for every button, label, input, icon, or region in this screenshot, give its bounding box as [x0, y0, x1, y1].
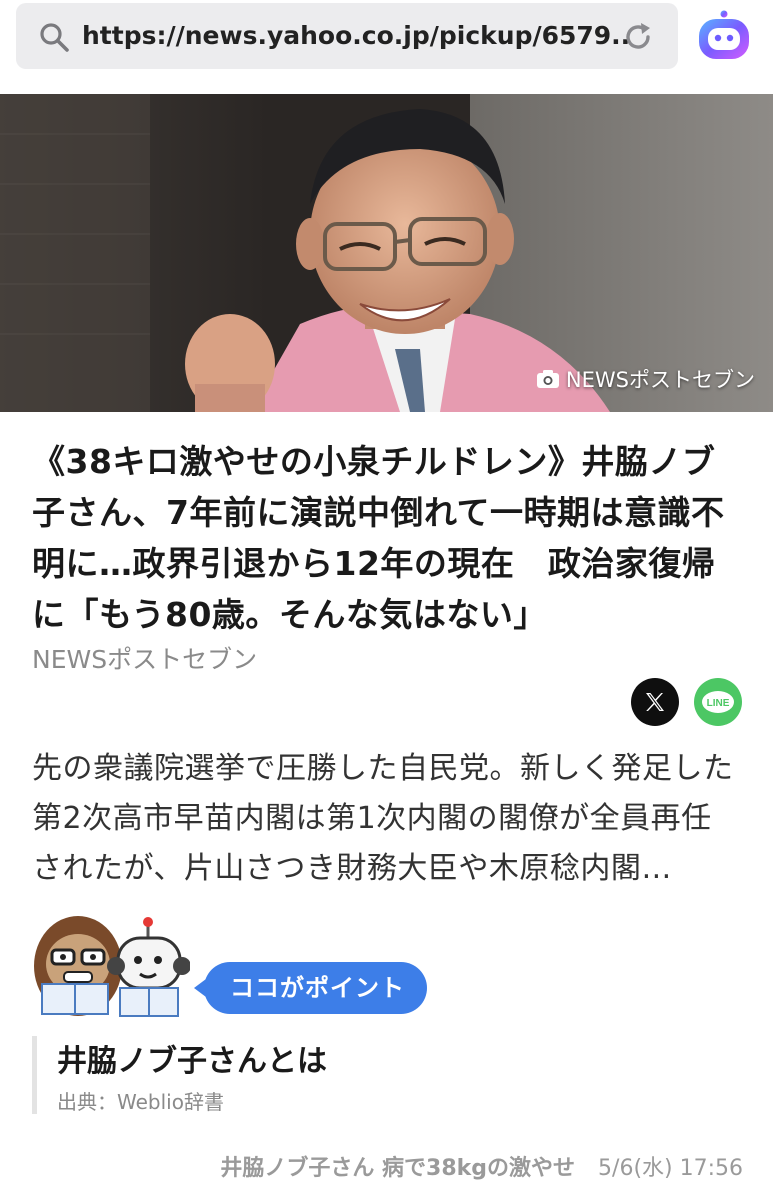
address-bar[interactable]: https://news.yahoo.co.jp/pickup/6579...: [16, 3, 678, 69]
article-source[interactable]: NEWSポストセブン: [32, 640, 257, 676]
mascot-illustration: [34, 916, 190, 1017]
url-text[interactable]: https://news.yahoo.co.jp/pickup/6579...: [82, 20, 630, 52]
article-summary[interactable]: 先の衆議院選挙で圧勝した自民党。新しく発足した第2次高市早苗内閣は第1次内閣の閣…: [32, 744, 742, 894]
point-card[interactable]: 井脇ノブ子さんとは 出典：Weblio辞書: [32, 1036, 732, 1114]
share-x-button[interactable]: [631, 678, 679, 726]
share-line-button[interactable]: LINE: [694, 678, 742, 726]
related-article-date: 5/6(水) 17:56: [598, 1156, 743, 1181]
x-icon: [646, 693, 664, 711]
point-citation: 出典：Weblio辞書: [57, 1090, 224, 1114]
article-headline[interactable]: 《38キロ激やせの小泉チルドレン》井脇ノブ子さん、7年前に演説中倒れて一時期は意…: [32, 436, 747, 640]
camera-icon: [536, 370, 559, 388]
assistant-icon[interactable]: [696, 8, 752, 64]
point-title[interactable]: 井脇ノブ子さんとは: [57, 1036, 327, 1080]
reload-icon[interactable]: [620, 19, 656, 55]
photo-credit-text: NEWSポストセブン: [565, 368, 755, 392]
line-label: LINE: [707, 698, 730, 709]
point-badge: ココがポイント: [194, 962, 427, 1014]
search-icon: [40, 23, 69, 52]
related-article-title[interactable]: 井脇ノブ子さん 病で38kgの激やせ: [220, 1156, 575, 1181]
hero-image[interactable]: NEWSポストセブン: [0, 94, 773, 412]
related-article-link[interactable]: 井脇ノブ子さん 病で38kgの激やせ 5/6(水) 17:56: [220, 1150, 743, 1182]
browser-toolbar: https://news.yahoo.co.jp/pickup/6579...: [0, 0, 773, 86]
line-icon: LINE: [702, 691, 734, 713]
photo-credit: NEWSポストセブン: [536, 364, 755, 394]
